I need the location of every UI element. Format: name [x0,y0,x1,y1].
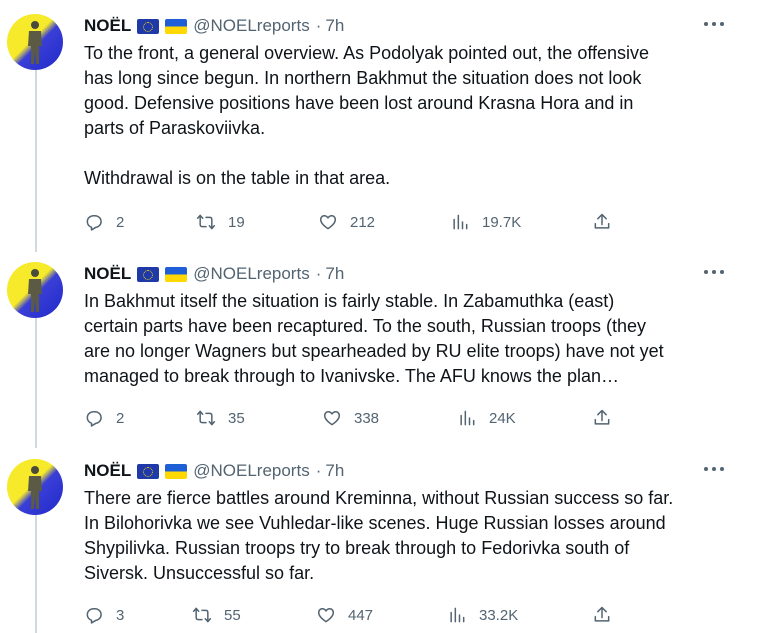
author-name[interactable]: NOËL [84,461,131,481]
author-name[interactable]: NOËL [84,264,131,284]
like-count: 447 [348,606,374,624]
avatar[interactable] [7,459,63,515]
reply-button[interactable]: 2 [84,212,124,232]
retweet-icon [192,607,212,623]
eu-flag-icon [137,463,160,479]
retweet-count: 55 [224,606,241,624]
retweet-button[interactable]: 19 [196,212,245,232]
timestamp[interactable]: 7h [325,264,344,284]
author-handle[interactable]: @NOELreports [193,461,309,481]
like-count: 338 [354,409,380,427]
views-icon [460,410,475,426]
retweet-count: 35 [228,409,245,427]
reply-count: 2 [116,213,125,231]
like-button[interactable]: 447 [316,605,373,625]
soldier-silhouette-icon [28,269,42,312]
soldier-silhouette-icon [28,21,42,64]
more-icon[interactable] [704,467,724,473]
separator-dot: · [315,16,322,35]
tweet-text: To the front, a general overview. As Pod… [84,43,650,188]
tweet[interactable]: NOËL @NOELreports · 7h In Bakhmut itself… [0,262,740,442]
avatar[interactable] [7,262,63,318]
tweet-header: NOËL @NOELreports · 7h [84,262,344,286]
reply-button[interactable]: 2 [84,408,124,428]
reply-icon [86,411,102,427]
view-count: 33.2K [479,606,519,624]
action-bar: 2 19 212 19.7K [84,212,624,232]
ukraine-flag-icon [165,18,188,34]
share-button[interactable] [592,605,612,625]
tweet[interactable]: NOËL @NOELreports · 7h There are fierce … [0,459,740,633]
views-icon [453,214,468,230]
action-bar: 3 55 447 33.2K [84,605,624,625]
reply-button[interactable]: 3 [84,605,124,625]
view-count: 24K [489,409,516,427]
soldier-silhouette-icon [28,466,42,509]
avatar[interactable] [7,14,63,70]
retweet-icon [196,410,216,426]
reply-icon [86,608,102,624]
eu-flag-icon [137,266,160,282]
tweet-header: NOËL @NOELreports · 7h [84,14,344,38]
retweet-button[interactable]: 55 [192,605,241,625]
share-button[interactable] [592,408,612,428]
share-button[interactable] [592,212,612,232]
timestamp[interactable]: 7h [325,461,344,481]
heart-icon [317,608,335,623]
retweet-button[interactable]: 35 [196,408,245,428]
like-count: 212 [350,213,376,231]
ukraine-flag-icon [165,266,188,282]
ukraine-flag-icon [165,463,188,479]
views-button[interactable]: 19.7K [450,212,521,232]
separator-dot: · [315,461,322,480]
action-bar: 2 35 338 24K [84,408,624,428]
like-button[interactable]: 212 [318,212,375,232]
tweet[interactable]: NOËL @NOELreports · 7h To the front, a g… [0,14,740,244]
share-icon [594,409,610,425]
view-count: 19.7K [482,213,522,231]
more-icon[interactable] [704,22,724,28]
share-icon [594,606,610,622]
eu-flag-icon [137,18,160,34]
author-handle[interactable]: @NOELreports [193,264,309,284]
reply-count: 2 [116,409,125,427]
more-icon[interactable] [704,270,724,276]
author-name[interactable]: NOËL [84,16,131,36]
like-button[interactable]: 338 [322,408,379,428]
heart-icon [319,215,337,230]
reply-icon [86,215,102,231]
views-button[interactable]: 24K [457,408,516,428]
timestamp[interactable]: 7h [325,16,344,36]
share-icon [594,213,610,229]
separator-dot: · [315,264,322,283]
reply-count: 3 [116,606,125,624]
tweet-text: There are fierce battles around Kreminna… [84,488,674,583]
views-icon [450,607,465,623]
tweet-header: NOËL @NOELreports · 7h [84,459,344,483]
author-handle[interactable]: @NOELreports [193,16,309,36]
heart-icon [323,411,341,426]
tweet-text: In Bakhmut itself the situation is fairl… [84,291,664,386]
retweet-count: 19 [228,213,245,231]
views-button[interactable]: 33.2K [447,605,518,625]
retweet-icon [196,214,216,230]
